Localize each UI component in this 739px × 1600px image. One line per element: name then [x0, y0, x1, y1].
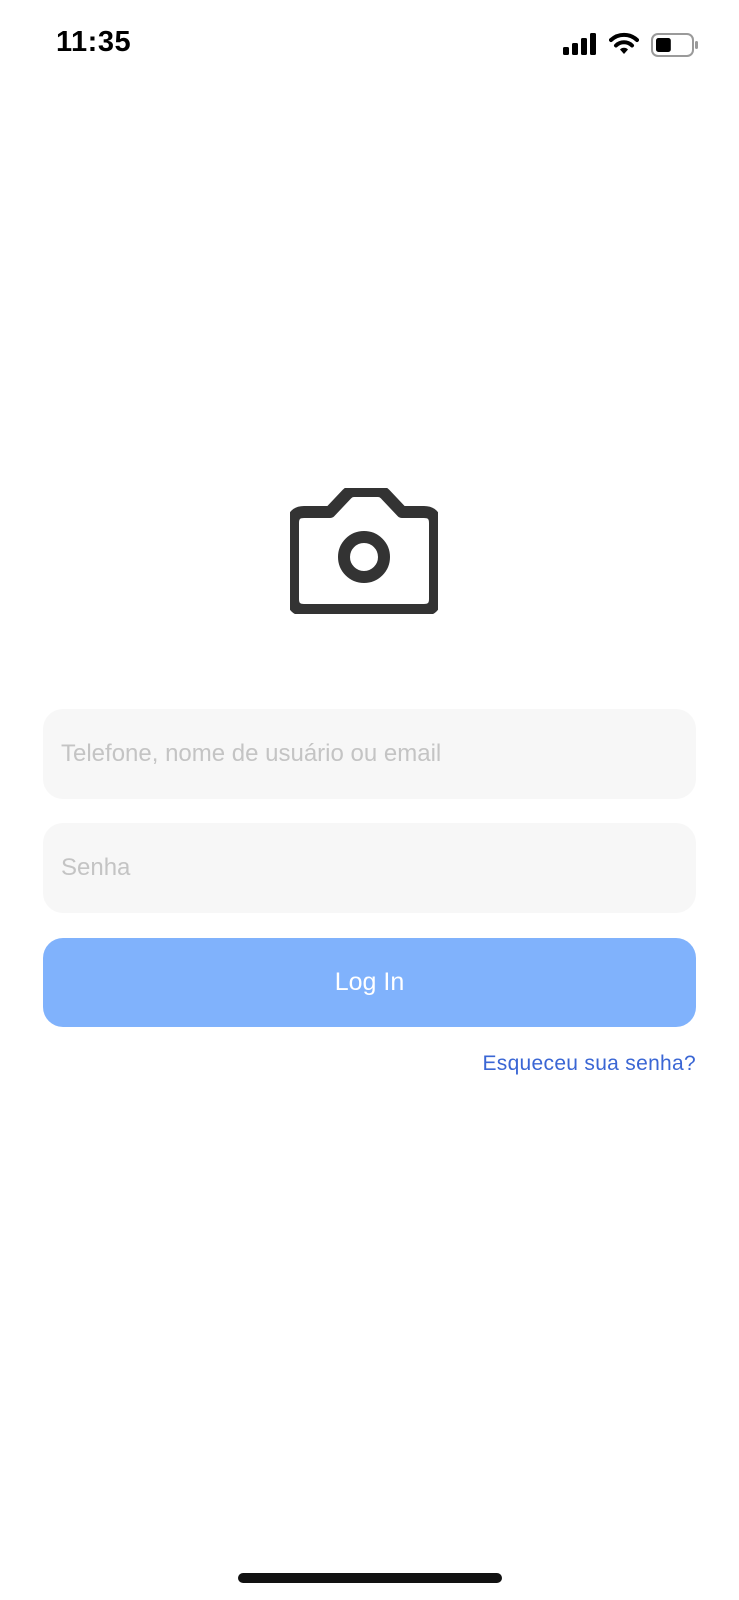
status-time: 11:35: [56, 26, 132, 58]
home-indicator: [238, 1573, 502, 1583]
signal-icon: [563, 33, 596, 55]
camera-icon: [290, 488, 438, 614]
battery-icon: [651, 33, 698, 57]
login-screen: 11:35 Log In Esqueceu sua senha?: [0, 0, 739, 1600]
status-icons: [563, 30, 703, 60]
username-input[interactable]: [43, 709, 696, 799]
password-input[interactable]: [43, 823, 696, 913]
login-button[interactable]: Log In: [43, 938, 696, 1027]
forgot-password-link[interactable]: Esqueceu sua senha?: [482, 1052, 696, 1076]
wifi-icon: [609, 32, 639, 54]
